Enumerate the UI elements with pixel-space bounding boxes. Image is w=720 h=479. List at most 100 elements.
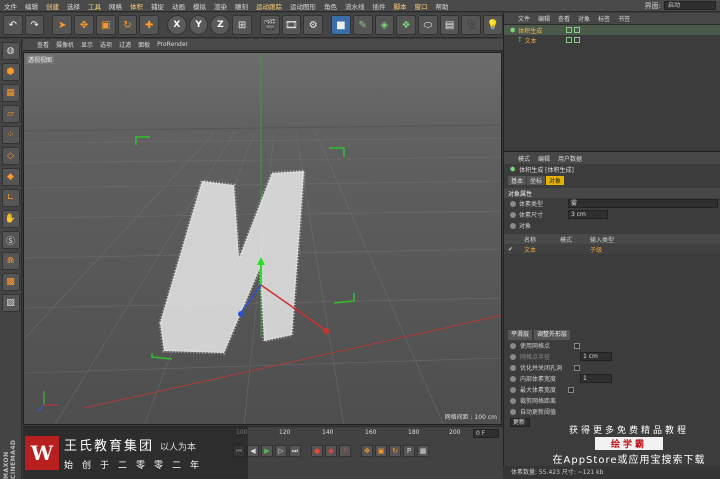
position-key-icon[interactable]: ✥ bbox=[361, 445, 373, 457]
enable-check-icon[interactable] bbox=[574, 27, 580, 33]
menu-edit[interactable]: 编辑 bbox=[21, 1, 42, 11]
undo-icon[interactable]: ↶ bbox=[3, 15, 23, 35]
y-axis-icon[interactable]: Y bbox=[188, 15, 209, 35]
subdivision-icon[interactable]: ◈ bbox=[374, 15, 395, 35]
camera-icon[interactable]: 🎥 bbox=[461, 15, 482, 35]
am-menu-user-data[interactable]: 用户数据 bbox=[558, 154, 582, 163]
redo-icon[interactable]: ↷ bbox=[24, 15, 45, 35]
record-icon[interactable]: ● bbox=[311, 445, 323, 457]
volume-type-select[interactable]: 雾 bbox=[568, 199, 718, 208]
tweak-icon[interactable]: ✋ bbox=[1, 210, 20, 228]
om-menu-edit[interactable]: 编辑 bbox=[538, 14, 550, 23]
keyframe-dot-icon[interactable] bbox=[510, 408, 516, 415]
option-checkbox[interactable] bbox=[574, 342, 581, 349]
option-checkbox[interactable] bbox=[568, 386, 575, 393]
lock-workplane-icon[interactable]: ▧ bbox=[1, 294, 20, 312]
spline-pen-icon[interactable]: ✎ bbox=[352, 15, 373, 35]
keyframe-dot-icon[interactable] bbox=[510, 397, 516, 404]
menu-render[interactable]: 渲染 bbox=[210, 1, 231, 11]
play-icon[interactable]: ▶ bbox=[261, 445, 273, 457]
tab-object[interactable]: 对象 bbox=[546, 175, 565, 185]
keyframe-dot-icon[interactable] bbox=[510, 222, 516, 229]
z-axis-icon[interactable]: Z bbox=[210, 15, 231, 35]
keyframe-selection-icon[interactable]: ? bbox=[339, 445, 351, 457]
texture-mode-icon[interactable]: ▦ bbox=[1, 84, 20, 102]
menu-mograph[interactable]: 运动图形 bbox=[286, 1, 320, 11]
viewport-menu-panel[interactable]: 面板 bbox=[138, 40, 150, 49]
tab-coord[interactable]: 坐标 bbox=[527, 175, 546, 185]
option-value[interactable]: 1 bbox=[580, 374, 612, 383]
object-row-volume-builder[interactable]: ⬢ 体积生成 bbox=[504, 25, 720, 35]
prev-key-icon[interactable]: ◀ bbox=[247, 445, 259, 457]
scale-icon[interactable]: ▣ bbox=[95, 15, 116, 35]
menu-pipeline[interactable]: 流水线 bbox=[341, 1, 369, 11]
menu-select[interactable]: 选择 bbox=[63, 1, 84, 11]
rotate-icon[interactable]: ↻ bbox=[117, 15, 138, 35]
menu-create[interactable]: 创建 bbox=[42, 1, 63, 11]
voxel-size-input[interactable]: 3 cm bbox=[568, 210, 608, 219]
viewport-menu-display[interactable]: 显示 bbox=[81, 40, 93, 49]
menu-motion-tracking[interactable]: 运动跟踪 bbox=[252, 1, 286, 11]
viewport-menu-filter[interactable]: 过滤 bbox=[119, 40, 131, 49]
menu-plugins[interactable]: 插件 bbox=[369, 1, 390, 11]
keyframe-dot-icon[interactable] bbox=[510, 375, 516, 382]
om-menu-file[interactable]: 文件 bbox=[518, 14, 530, 23]
am-menu-edit[interactable]: 编辑 bbox=[538, 154, 550, 163]
option-value[interactable]: 1 cm bbox=[580, 352, 612, 361]
om-menu-tags[interactable]: 标签 bbox=[598, 14, 610, 23]
deformer-icon[interactable]: ⬭ bbox=[417, 15, 438, 35]
model-mode-icon[interactable]: ⬢ bbox=[1, 63, 20, 81]
menu-help[interactable]: 帮助 bbox=[432, 1, 453, 11]
menu-character[interactable]: 角色 bbox=[320, 1, 341, 11]
update-button[interactable]: 更新 bbox=[510, 418, 530, 427]
smooth-layer-button[interactable]: 平滑层 bbox=[508, 330, 533, 340]
axis-mode-icon[interactable]: ∟ bbox=[1, 189, 20, 207]
go-to-end-icon[interactable]: ⏭ bbox=[289, 445, 301, 457]
render-settings-icon[interactable]: ⚙ bbox=[303, 15, 324, 35]
rotation-key-icon[interactable]: ↻ bbox=[389, 445, 401, 457]
autokey-icon[interactable]: ◉ bbox=[325, 445, 337, 457]
row-check-icon[interactable]: ✔ bbox=[504, 246, 524, 253]
menu-volume[interactable]: 体积 bbox=[126, 1, 147, 11]
am-menu-mode[interactable]: 模式 bbox=[518, 154, 530, 163]
reshape-layer-button[interactable]: 调整外形层 bbox=[534, 330, 571, 340]
tab-basic[interactable]: 基本 bbox=[508, 175, 527, 185]
keyframe-dot-icon[interactable] bbox=[510, 386, 516, 393]
cube-icon[interactable]: ■ bbox=[331, 15, 351, 35]
menu-sculpt[interactable]: 雕刻 bbox=[231, 1, 252, 11]
visibility-check-icon[interactable] bbox=[566, 37, 572, 43]
light-icon[interactable]: 💡 bbox=[483, 15, 503, 35]
menu-tools[interactable]: 工具 bbox=[84, 1, 105, 11]
pla-key-icon[interactable]: ▦ bbox=[417, 445, 429, 457]
om-menu-bookmarks[interactable]: 书签 bbox=[618, 14, 630, 23]
array-icon[interactable]: ❖ bbox=[396, 15, 416, 35]
workplane-icon[interactable]: ▱ bbox=[1, 105, 20, 123]
menu-animate[interactable]: 动画 bbox=[168, 1, 189, 11]
keyframe-dot-icon[interactable] bbox=[510, 353, 516, 360]
menu-mesh[interactable]: 网格 bbox=[105, 1, 126, 11]
floor-icon[interactable]: ▤ bbox=[439, 15, 460, 35]
x-axis-icon[interactable]: X bbox=[167, 15, 187, 35]
add-icon[interactable]: ✚ bbox=[139, 15, 160, 35]
viewport-menu-prorender[interactable]: ProRender bbox=[157, 41, 188, 48]
viewport-menu-camera[interactable]: 摄像机 bbox=[56, 40, 74, 49]
select-arrow-icon[interactable]: ➤ bbox=[52, 15, 73, 35]
next-key-icon[interactable]: ▷ bbox=[275, 445, 287, 457]
viewport-menu-view[interactable]: 查看 bbox=[37, 40, 49, 49]
menu-file[interactable]: 文件 bbox=[0, 1, 21, 11]
keyframe-dot-icon[interactable] bbox=[510, 211, 516, 218]
visibility-check-icon[interactable] bbox=[566, 27, 572, 33]
magnet-icon[interactable]: ⋒ bbox=[1, 252, 20, 270]
menu-window[interactable]: 窗口 bbox=[411, 1, 432, 11]
render-view-icon[interactable]: 🎬 bbox=[259, 15, 280, 35]
grid-snap-icon[interactable]: ▩ bbox=[1, 273, 20, 291]
enable-check-icon[interactable] bbox=[574, 37, 580, 43]
keyframe-dot-icon[interactable] bbox=[510, 200, 516, 207]
param-key-icon[interactable]: P bbox=[403, 445, 415, 457]
points-mode-icon[interactable]: ⁘ bbox=[1, 126, 20, 144]
table-row[interactable]: ✔ 文本 子级 bbox=[504, 244, 720, 254]
polygons-mode-icon[interactable]: ◆ bbox=[1, 168, 20, 186]
perspective-viewport[interactable]: 透视视图 网格间距 : 100 cm bbox=[23, 52, 502, 425]
scale-key-icon[interactable]: ▣ bbox=[375, 445, 387, 457]
coordinate-system-icon[interactable]: ⊞ bbox=[232, 15, 252, 35]
